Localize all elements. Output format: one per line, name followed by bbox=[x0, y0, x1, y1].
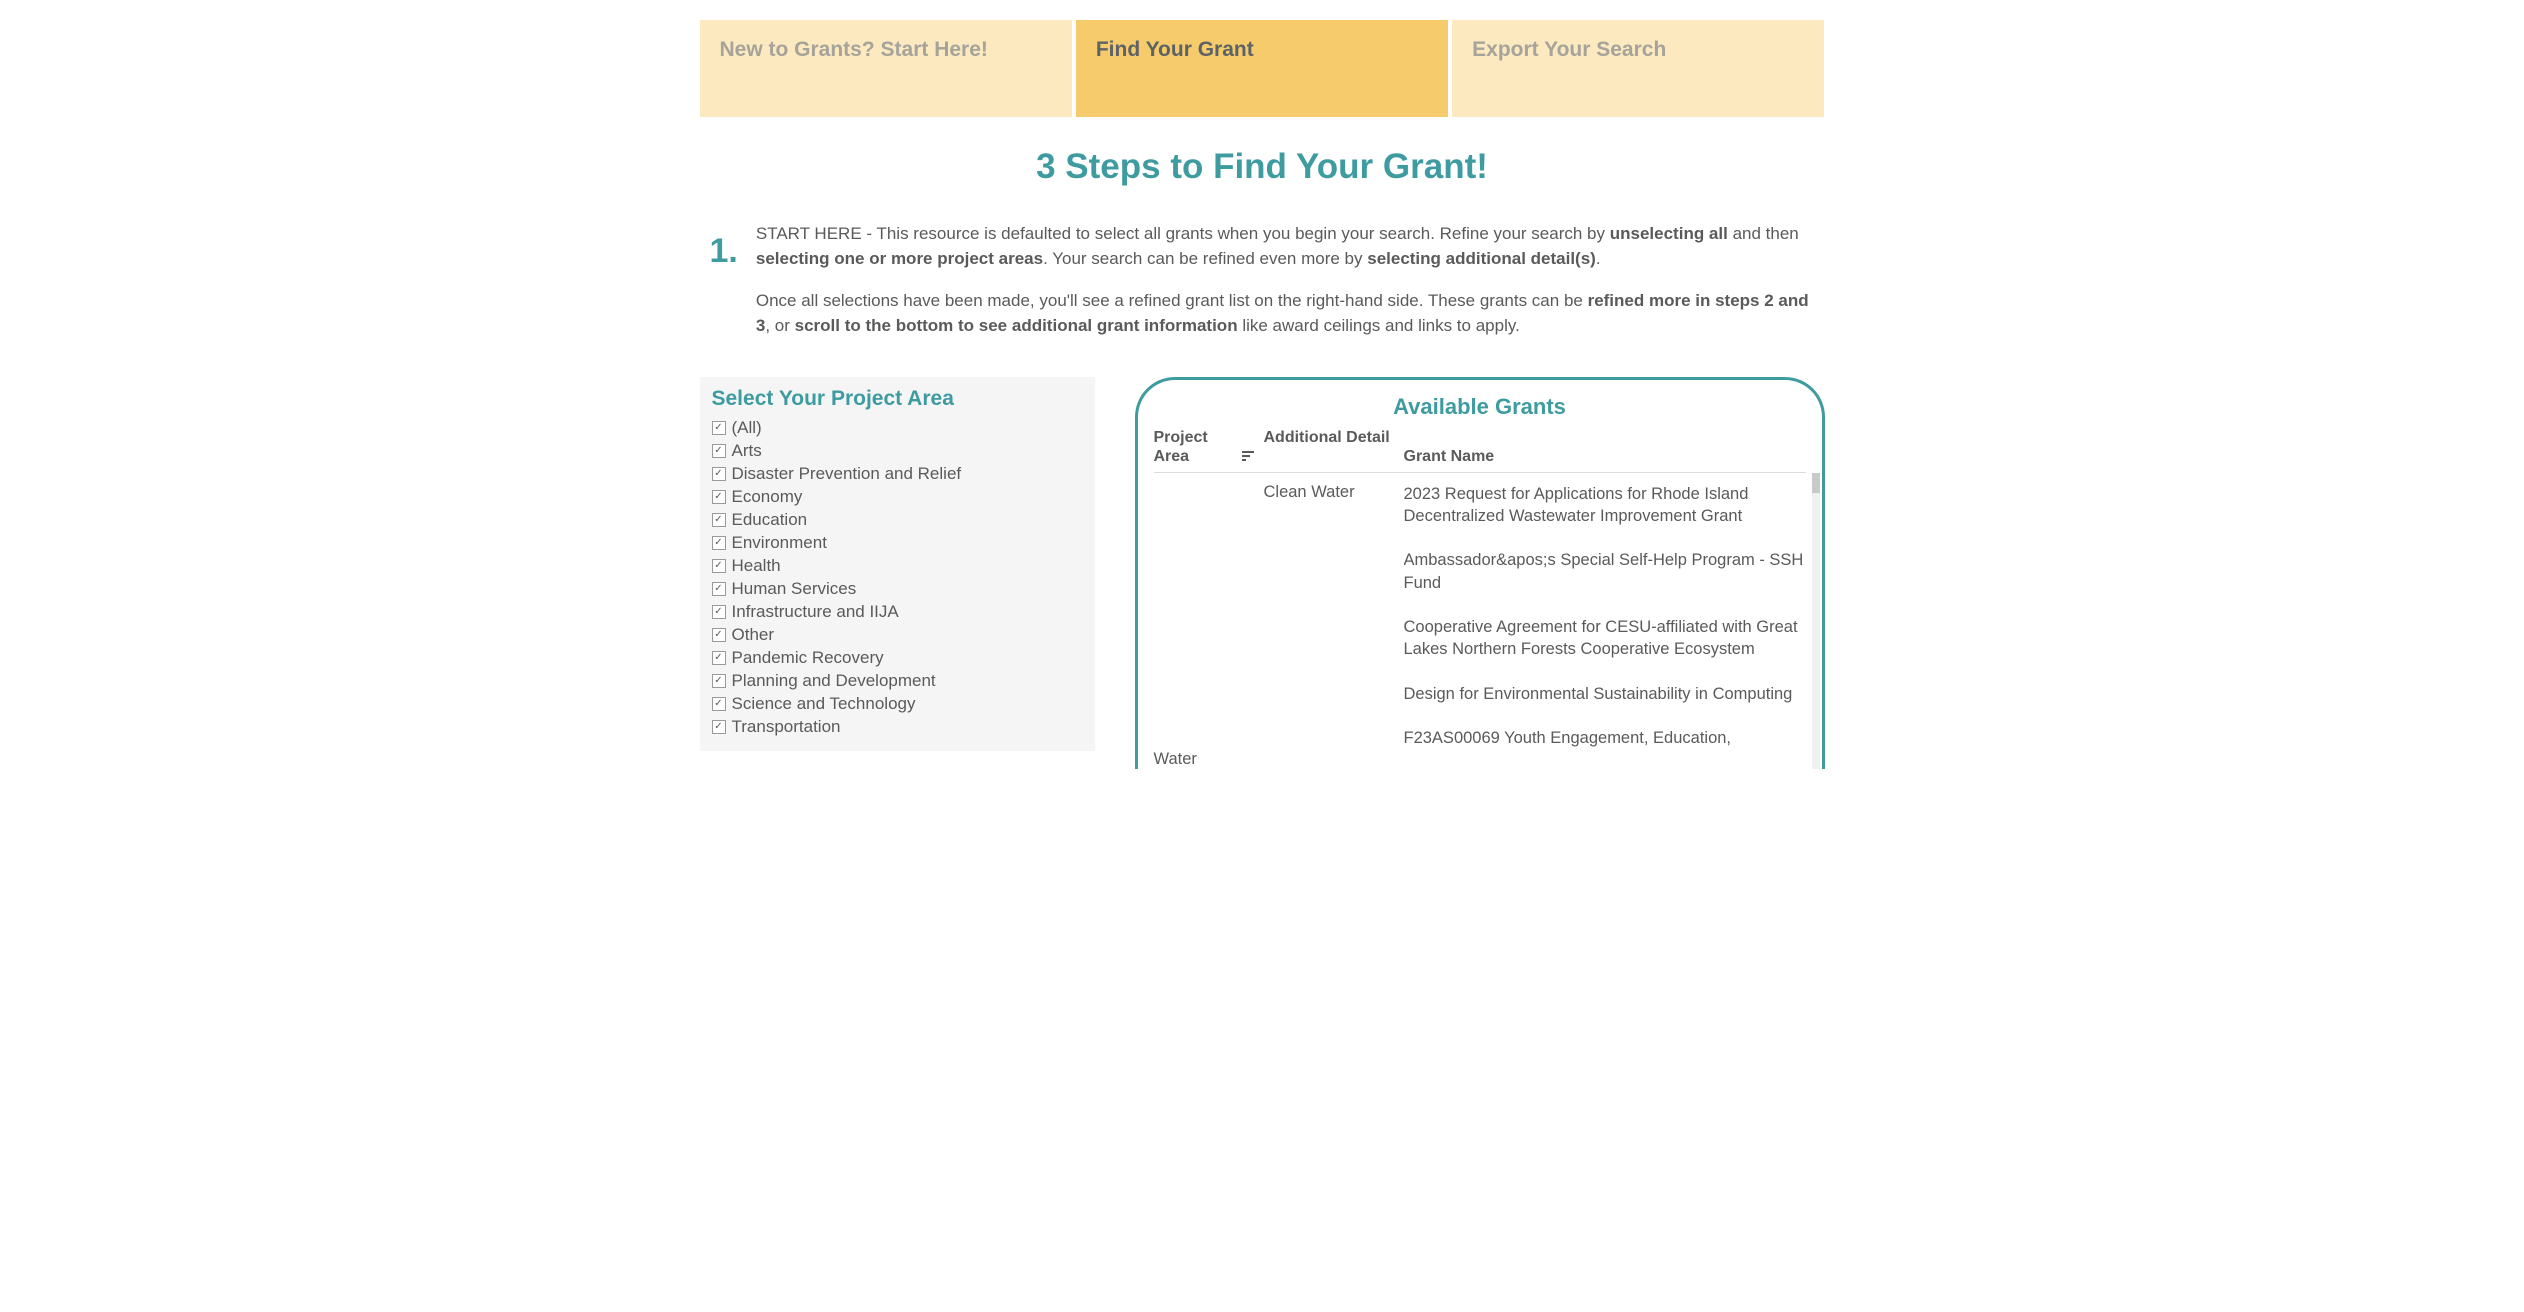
filter-label: Planning and Development bbox=[732, 671, 936, 691]
filter-title: Select Your Project Area bbox=[712, 387, 1083, 411]
checkbox-icon[interactable]: ✓ bbox=[712, 513, 726, 527]
filter-item-8[interactable]: ✓ Infrastructure and IIJA bbox=[712, 601, 1083, 624]
tab-0[interactable]: New to Grants? Start Here! bbox=[700, 20, 1072, 117]
filter-item-6[interactable]: ✓ Health bbox=[712, 555, 1083, 578]
filter-item-9[interactable]: ✓ Other bbox=[712, 624, 1083, 647]
filter-label: Health bbox=[732, 556, 781, 576]
filter-item-13[interactable]: ✓ Transportation bbox=[712, 716, 1083, 739]
filter-label: Economy bbox=[732, 487, 803, 507]
step-paragraph-2: Once all selections have been made, you'… bbox=[756, 289, 1815, 338]
grants-panel: Available Grants Project Area Additional… bbox=[1135, 377, 1825, 770]
grants-title: Available Grants bbox=[1138, 394, 1822, 420]
filter-label: Infrastructure and IIJA bbox=[732, 602, 899, 622]
grants-table-header: Project Area Additional Detail Grant Nam… bbox=[1154, 428, 1806, 473]
filter-item-1[interactable]: ✓ Arts bbox=[712, 440, 1083, 463]
grant-name-2[interactable]: Cooperative Agreement for CESU-affiliate… bbox=[1404, 614, 1806, 681]
filter-item-10[interactable]: ✓ Pandemic Recovery bbox=[712, 647, 1083, 670]
checkbox-icon[interactable]: ✓ bbox=[712, 674, 726, 688]
filter-label: Human Services bbox=[732, 579, 857, 599]
filter-label: Other bbox=[732, 625, 775, 645]
grant-name-4[interactable]: F23AS00069 Youth Engagement, Education, bbox=[1404, 725, 1806, 769]
filter-label: Transportation bbox=[732, 717, 841, 737]
filter-item-0[interactable]: ✓ (All) bbox=[712, 417, 1083, 440]
col-additional-detail[interactable]: Additional Detail bbox=[1264, 428, 1394, 466]
checkbox-icon[interactable]: ✓ bbox=[712, 651, 726, 665]
grant-name-3[interactable]: Design for Environmental Sustainability … bbox=[1404, 681, 1806, 725]
filter-label: Disaster Prevention and Relief bbox=[732, 464, 962, 484]
checkbox-icon[interactable]: ✓ bbox=[712, 536, 726, 550]
tab-2[interactable]: Export Your Search bbox=[1452, 20, 1824, 117]
checkbox-icon[interactable]: ✓ bbox=[712, 605, 726, 619]
filter-label: Arts bbox=[732, 441, 762, 461]
filter-list: ✓ (All) ✓ Arts ✓ Disaster Prevention and Reli… bbox=[712, 417, 1083, 739]
step-paragraph-1: START HERE - This resource is defaulted … bbox=[756, 222, 1815, 271]
step-number: 1. bbox=[710, 222, 738, 357]
filter-label: Pandemic Recovery bbox=[732, 648, 884, 668]
col-project-area[interactable]: Project Area bbox=[1154, 428, 1236, 466]
filter-item-7[interactable]: ✓ Human Services bbox=[712, 578, 1083, 601]
tab-1[interactable]: Find Your Grant bbox=[1076, 20, 1448, 117]
filter-label: Environment bbox=[732, 533, 827, 553]
checkbox-icon[interactable]: ✓ bbox=[712, 467, 726, 481]
nav-tabs: New to Grants? Start Here!Find Your Gran… bbox=[700, 20, 1825, 117]
filter-label: Education bbox=[732, 510, 808, 530]
filter-label: Science and Technology bbox=[732, 694, 916, 714]
cell-area: Water bbox=[1154, 481, 1254, 769]
scroll-thumb[interactable] bbox=[1812, 473, 1820, 493]
checkbox-icon[interactable]: ✓ bbox=[712, 490, 726, 504]
grant-name-0[interactable]: 2023 Request for Applications for Rhode … bbox=[1404, 481, 1806, 548]
step-1: 1. START HERE - This resource is default… bbox=[700, 222, 1825, 357]
checkbox-icon[interactable]: ✓ bbox=[712, 628, 726, 642]
filter-item-11[interactable]: ✓ Planning and Development bbox=[712, 670, 1083, 693]
filter-panel: Select Your Project Area ✓ (All) ✓ Arts ✓ Dis… bbox=[700, 377, 1095, 751]
cell-detail: Clean Water bbox=[1264, 481, 1394, 769]
checkbox-icon[interactable]: ✓ bbox=[712, 582, 726, 596]
checkbox-icon[interactable]: ✓ bbox=[712, 697, 726, 711]
filter-item-3[interactable]: ✓ Economy bbox=[712, 486, 1083, 509]
sort-icon[interactable] bbox=[1242, 450, 1254, 466]
checkbox-icon[interactable]: ✓ bbox=[712, 720, 726, 734]
checkbox-icon[interactable]: ✓ bbox=[712, 421, 726, 435]
page-title: 3 Steps to Find Your Grant! bbox=[700, 147, 1825, 187]
scrollbar[interactable] bbox=[1812, 473, 1820, 769]
col-grant-name[interactable]: Grant Name bbox=[1404, 448, 1806, 466]
checkbox-icon[interactable]: ✓ bbox=[712, 444, 726, 458]
filter-label: (All) bbox=[732, 418, 762, 438]
filter-item-12[interactable]: ✓ Science and Technology bbox=[712, 693, 1083, 716]
table-row: Water Clean Water 2023 Request for Appli… bbox=[1154, 481, 1806, 769]
filter-item-4[interactable]: ✓ Education bbox=[712, 509, 1083, 532]
filter-item-5[interactable]: ✓ Environment bbox=[712, 532, 1083, 555]
filter-item-2[interactable]: ✓ Disaster Prevention and Relief bbox=[712, 463, 1083, 486]
checkbox-icon[interactable]: ✓ bbox=[712, 559, 726, 573]
grant-name-list: 2023 Request for Applications for Rhode … bbox=[1404, 481, 1806, 769]
grant-name-1[interactable]: Ambassador&apos;s Special Self-Help Prog… bbox=[1404, 547, 1806, 614]
